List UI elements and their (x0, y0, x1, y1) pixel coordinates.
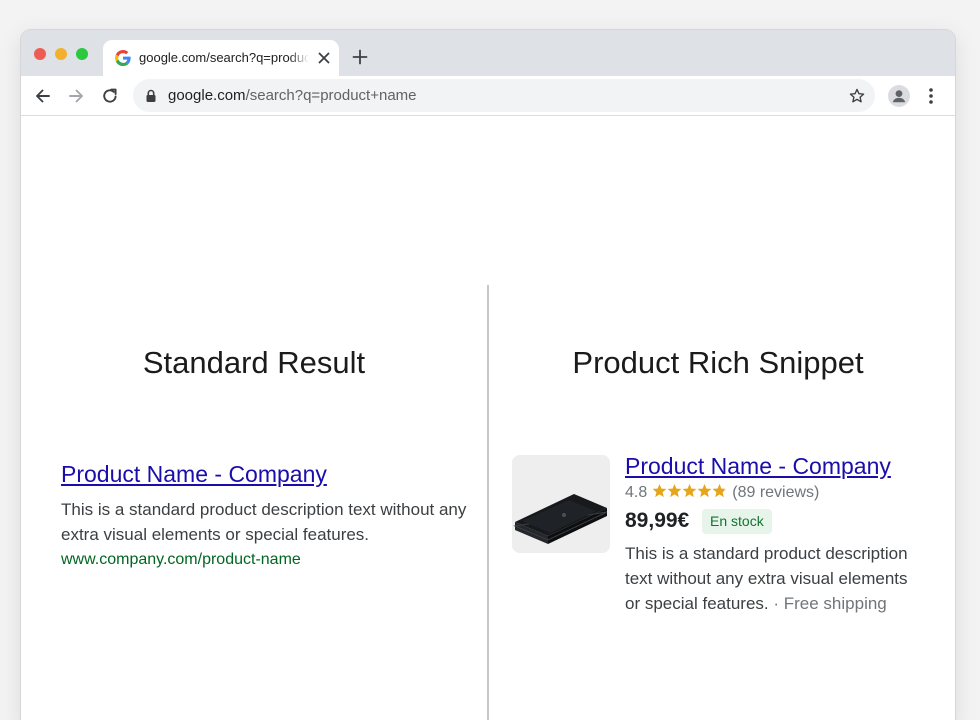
reload-icon[interactable] (100, 86, 120, 106)
plus-icon[interactable] (352, 49, 368, 65)
kebab-menu-icon[interactable] (927, 86, 935, 106)
standard-result-link[interactable]: Product Name - Company (61, 461, 327, 488)
separator-dot: · (768, 594, 784, 613)
standard-result-description: This is a standard product description t… (61, 500, 467, 544)
standard-result-url: www.company.com/product-name (61, 551, 301, 568)
rich-snippet-link[interactable]: Product Name - Company (625, 453, 891, 480)
rating-row: 4.8 (89 reviews) (625, 483, 819, 505)
close-icon[interactable] (317, 51, 331, 65)
review-count: (89 reviews) (732, 484, 820, 501)
page-content: Standard Result Product Name - Company T… (21, 117, 955, 720)
browser-window: google.com/search?q=product+name google.… (21, 30, 955, 720)
rich-snippet-description: This is a standard product description t… (625, 541, 915, 616)
tab-title: google.com/search?q=product+name (139, 50, 309, 68)
google-g-icon (115, 50, 131, 66)
rich-snippet-heading: Product Rich Snippet (572, 345, 864, 380)
tab-strip: google.com/search?q=product+name (21, 30, 955, 76)
rating-value: 4.8 (625, 484, 648, 501)
window-close-button[interactable] (34, 48, 46, 60)
arrow-right-icon[interactable] (66, 86, 86, 106)
game-console-icon (512, 455, 610, 553)
arrow-left-icon[interactable] (33, 86, 53, 106)
game-console-image (512, 455, 610, 553)
url-path: /search?q=product+name (245, 87, 417, 104)
stock-badge: En stock (702, 509, 772, 534)
browser-tab[interactable]: google.com/search?q=product+name (103, 40, 339, 76)
person-icon[interactable] (888, 85, 910, 107)
rating-stars-icon (652, 484, 727, 498)
product-price: 89,99€ (625, 509, 690, 532)
address-bar[interactable]: google.com/search?q=product+name (133, 79, 875, 112)
browser-toolbar: google.com/search?q=product+name (21, 76, 955, 116)
window-maximize-button[interactable] (76, 48, 88, 60)
shipping-info: Free shipping (783, 594, 887, 613)
star-outline-icon[interactable] (848, 87, 866, 105)
lock-icon (146, 89, 156, 102)
standard-result-heading: Standard Result (142, 345, 366, 380)
url-host: google.com (168, 87, 246, 104)
column-divider (487, 285, 489, 720)
url-text[interactable]: google.com/search?q=product+name (168, 87, 417, 104)
window-minimize-button[interactable] (55, 48, 67, 60)
